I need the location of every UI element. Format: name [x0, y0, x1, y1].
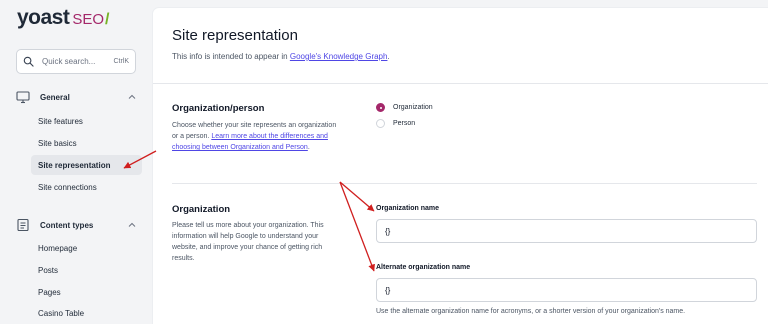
desktop-icon [16, 91, 30, 104]
alternate-name-input[interactable] [376, 278, 757, 302]
sidebar-item-posts[interactable]: Posts [31, 260, 142, 280]
org-person-desc-suffix: . [307, 144, 310, 151]
sidebar-item-site-features[interactable]: Site features [31, 111, 142, 131]
sidebar-item-pages[interactable]: Pages [31, 282, 142, 302]
organization-name-label: Organization name [376, 205, 440, 212]
header-divider [153, 83, 768, 84]
sidebar-item-casino-table[interactable]: Casino Table [31, 303, 142, 323]
alternate-name-help: Use the alternate organization name for … [376, 308, 686, 315]
page-intro: This info is intended to appear in Googl… [172, 52, 390, 61]
org-person-description: Choose whether your site represents an o… [172, 120, 344, 153]
logo-brand: yoast [17, 6, 70, 29]
search-icon [23, 56, 34, 67]
chevron-up-icon [128, 222, 136, 227]
page-title: Site representation [172, 27, 298, 44]
radio-person[interactable]: Person [376, 119, 415, 128]
radio-organization-label: Organization [393, 104, 433, 111]
nav-group-content-types-label: Content types [40, 220, 94, 230]
org-person-title: Organization/person [172, 103, 265, 114]
organization-name-input[interactable] [376, 219, 757, 243]
sidebar-item-homepage[interactable]: Homepage [31, 238, 142, 258]
radio-person-label: Person [393, 120, 416, 127]
search-input[interactable] [42, 57, 102, 66]
search-shortcut: CtrlK [113, 58, 129, 65]
logo-slash: / [105, 11, 110, 28]
section-divider [172, 183, 757, 184]
sidebar-item-site-connections[interactable]: Site connections [31, 177, 142, 197]
intro-suffix: . [387, 52, 390, 61]
logo-product: SEO [72, 11, 105, 28]
nav-group-general-label: General [40, 92, 70, 102]
sidebar-item-site-representation[interactable]: Site representation [31, 155, 142, 175]
chevron-up-icon [128, 94, 136, 99]
nav-group-general[interactable]: General [16, 89, 136, 105]
organization-title: Organization [172, 204, 231, 215]
radio-organization-control[interactable] [376, 103, 385, 112]
intro-text: This info is intended to appear in [172, 52, 290, 61]
alternate-name-label: Alternate organization name [376, 264, 471, 271]
organization-description: Please tell us more about your organizat… [172, 222, 324, 262]
radio-person-control[interactable] [376, 119, 385, 128]
document-icon [17, 218, 29, 232]
sidebar-item-site-basics[interactable]: Site basics [31, 133, 142, 153]
knowledge-graph-link[interactable]: Google's Knowledge Graph [290, 52, 388, 61]
yoast-logo[interactable]: yoast SEO / [17, 6, 110, 30]
quick-search[interactable]: CtrlK [16, 49, 136, 74]
nav-group-content-types[interactable]: Content types [16, 217, 136, 233]
sidebar: yoast SEO / CtrlK General Site features … [0, 0, 152, 324]
radio-organization[interactable]: Organization [376, 103, 433, 112]
